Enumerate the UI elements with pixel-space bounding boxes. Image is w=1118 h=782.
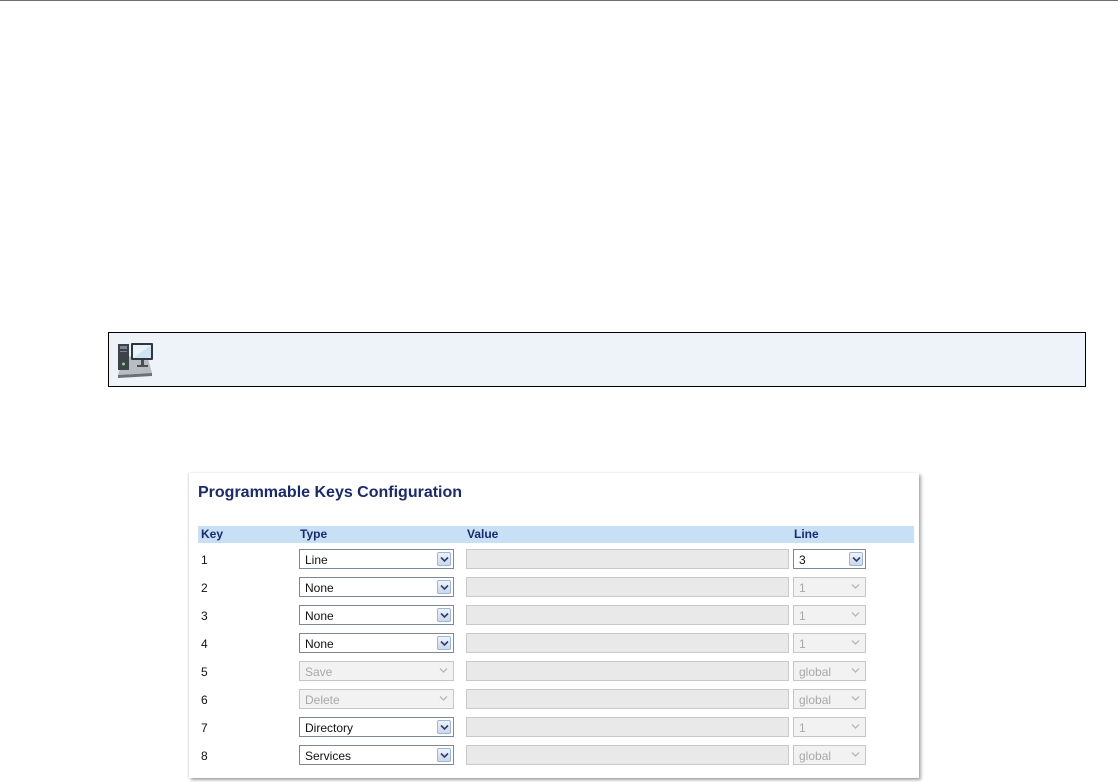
type-select[interactable]: None [299,577,454,597]
chevron-down-icon [437,748,451,762]
col-value-header: Value [467,527,499,541]
type-select-value: Line [305,553,328,567]
chevron-down-icon [849,720,863,734]
line-select-value: global [799,665,832,679]
type-select[interactable]: None [299,633,454,653]
key-number: 5 [201,665,208,679]
panel-title: Programmable Keys Configuration [198,484,463,501]
line-select-value: 1 [799,721,806,735]
computer-monitor-icon [118,343,153,378]
table-row: 4 None 1 [198,632,914,654]
line-select: 1 [793,605,866,625]
key-number: 1 [201,553,208,567]
note-box [108,332,1086,387]
type-select[interactable]: Services [299,745,454,765]
chevron-down-icon [437,692,451,706]
table-row: 5 Save global [198,660,914,682]
line-select: 1 [793,577,866,597]
col-type-header: Type [300,527,328,541]
type-select-value: Delete [305,693,340,707]
type-select-value: Save [305,665,333,679]
chevron-down-icon [849,552,863,566]
line-select-value: global [799,693,832,707]
line-select-value: 3 [799,553,806,567]
value-input [466,745,789,765]
type-select-value: Services [305,749,352,763]
value-input [466,549,789,569]
key-number: 8 [201,749,208,763]
col-key-header: Key [201,527,224,541]
chevron-down-icon [849,580,863,594]
chevron-down-icon [849,748,863,762]
line-select: 1 [793,717,866,737]
line-select-value: global [799,749,832,763]
key-number: 7 [201,721,208,735]
table-row: 1 Line 3 [198,548,914,570]
table-row: 2 None 1 [198,576,914,598]
key-number: 4 [201,637,208,651]
type-select-value: Directory [305,721,354,735]
type-select[interactable]: Directory [299,717,454,737]
key-number: 3 [201,609,208,623]
value-input [466,717,789,737]
programmable-keys-panel: Programmable Keys Configuration Key Type… [189,473,919,778]
type-select: Save [299,661,454,681]
type-select: Delete [299,689,454,709]
chevron-down-icon [849,608,863,622]
line-select[interactable]: 3 [793,549,866,569]
chevron-down-icon [437,636,451,650]
table-header: Key Type Value Line [198,526,914,543]
table-row: 3 None 1 [198,604,914,626]
type-select-value: None [305,609,334,623]
chevron-down-icon [849,664,863,678]
chevron-down-icon [437,720,451,734]
key-number: 2 [201,581,208,595]
value-input [466,605,789,625]
chevron-down-icon [437,664,451,678]
chevron-down-icon [849,692,863,706]
type-select[interactable]: None [299,605,454,625]
chevron-down-icon [849,636,863,650]
type-select-value: None [305,637,334,651]
chevron-down-icon [437,608,451,622]
chevron-down-icon [437,552,451,566]
value-input [466,633,789,653]
line-select-value: 1 [799,637,806,651]
value-input [466,661,789,681]
value-input [466,577,789,597]
line-select-value: 1 [799,609,806,623]
line-select: global [793,745,866,765]
type-select[interactable]: Line [299,549,454,569]
value-input [466,689,789,709]
col-line-header: Line [794,527,819,541]
line-select-value: 1 [799,581,806,595]
line-select: 1 [793,633,866,653]
top-rule [0,0,1118,1]
type-select-value: None [305,581,334,595]
table-row: 7 Directory 1 [198,716,914,738]
chevron-down-icon [437,580,451,594]
key-number: 6 [201,693,208,707]
line-select: global [793,661,866,681]
line-select: global [793,689,866,709]
table-row: 8 Services global [198,744,914,766]
table-row: 6 Delete global [198,688,914,710]
